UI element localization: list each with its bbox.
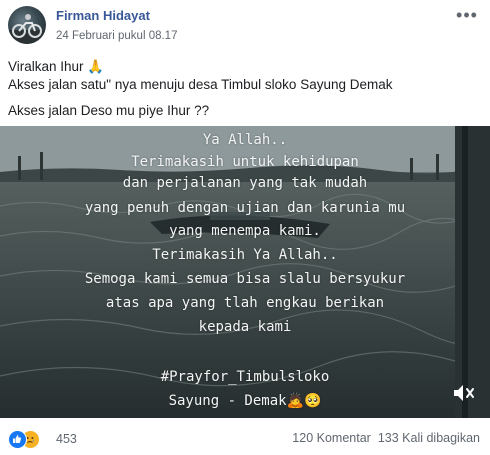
speaker-muted-icon[interactable] <box>452 382 476 404</box>
caption-line: kepada kami <box>198 319 292 335</box>
video-caption-overlay: Ya Allah.. Terimakasih untuk kehidupan d… <box>0 126 490 418</box>
post-header: Firman Hidayat 24 Februari pukul 08.17 •… <box>0 0 490 52</box>
post-footer: 453 120 Komentar 133 Kali dibagikan <box>0 418 490 455</box>
author-avatar[interactable] <box>8 6 46 44</box>
post-text: Viralkan Ihur 🙏 Akses jalan satu" nya me… <box>8 58 478 120</box>
caption-line: Terimakasih untuk kehidupan <box>131 154 359 170</box>
caption-line: yang penuh dengan ujian dan karunia mu <box>84 200 406 216</box>
caption-line: Sayung - Demak🙇🥺 <box>168 393 322 409</box>
caption-line: yang menempa kami. <box>169 223 321 239</box>
video-player[interactable]: Ya Allah.. Terimakasih untuk kehidupan d… <box>0 126 490 418</box>
caption-line: Ya Allah.. <box>202 132 288 148</box>
post-text-line: Akses jalan Deso mu piye Ihur ?? <box>8 103 210 118</box>
shares-count-link[interactable]: 133 Kali dibagikan <box>378 431 480 445</box>
caption-line: Terimakasih Ya Allah.. <box>152 247 338 263</box>
post-text-line: Viralkan Ihur 🙏 <box>8 59 105 74</box>
caption-line: atas apa yang tlah engkau berikan <box>105 295 385 311</box>
caption-line: Semoga kami semua bisa slalu bersyukur <box>84 271 406 287</box>
caption-line: #Prayfor_Timbulsloko <box>160 369 330 385</box>
author-name-link[interactable]: Firman Hidayat <box>56 8 150 23</box>
post-timestamp[interactable]: 24 Februari pukul 08.17 <box>56 30 177 42</box>
reaction-count: 453 <box>56 432 77 446</box>
caption-line: dan perjalanan yang tak mudah <box>122 175 368 191</box>
more-options-icon[interactable]: ••• <box>454 5 480 25</box>
comments-count-link[interactable]: 120 Komentar <box>292 431 371 445</box>
engagement-stats: 120 Komentar 133 Kali dibagikan <box>292 431 480 445</box>
like-reaction-icon <box>8 430 27 449</box>
post-text-line: Akses jalan satu" nya menuju desa Timbul… <box>8 77 393 92</box>
